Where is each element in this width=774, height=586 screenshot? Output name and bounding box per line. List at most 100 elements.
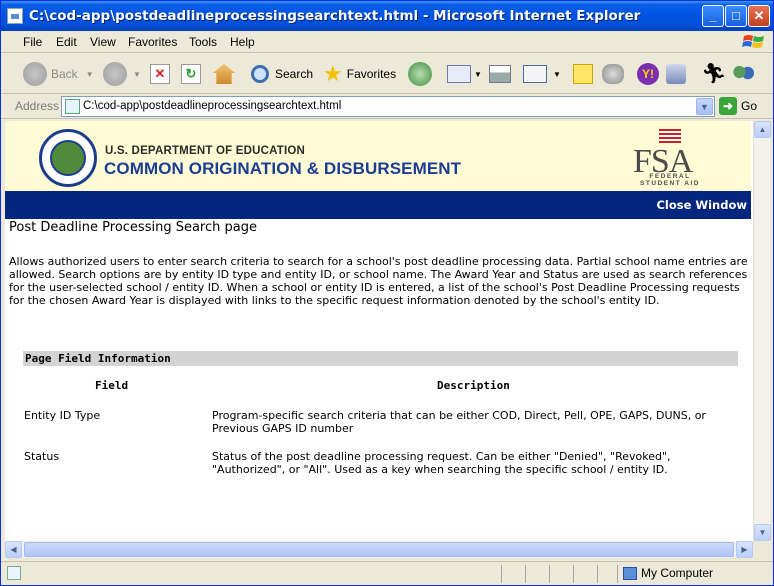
scroll-up-icon[interactable]: ▲ (754, 121, 771, 138)
fsa-flag-icon (659, 129, 681, 143)
menu-view[interactable]: View (90, 35, 116, 49)
minimize-button[interactable]: _ (702, 5, 724, 27)
department-name: U.S. DEPARTMENT OF EDUCATION (105, 145, 306, 157)
mail-icon (447, 65, 471, 83)
ie-page-icon (7, 8, 23, 24)
fsa-logo: FSA FEDERAL STUDENT AID (631, 129, 705, 189)
status-divider (525, 565, 526, 583)
mail-button[interactable]: ▼ (447, 61, 482, 87)
menu-favorites[interactable]: Favorites (128, 35, 177, 49)
search-label: Search (275, 67, 314, 81)
horizontal-scroll-thumb[interactable] (24, 542, 734, 557)
column-header-field: Field (95, 379, 129, 392)
section-title: Page Field Information (25, 352, 171, 365)
scroll-down-icon[interactable]: ▼ (754, 524, 771, 541)
contacts-icon (731, 64, 755, 84)
field-name: Entity ID Type (24, 409, 101, 422)
cod-banner: U.S. DEPARTMENT OF EDUCATION COMMON ORIG… (5, 121, 751, 191)
page-status-icon (7, 566, 21, 580)
standard-toolbar: Back ▼ ▼ ✕ ↻ Search ★ Favorites ▼ ▼ Y! 🏃… (1, 54, 773, 94)
back-dropdown-icon[interactable]: ▼ (86, 70, 94, 79)
menu-bar: File Edit View Favorites Tools Help (1, 31, 773, 53)
stop-icon: ✕ (150, 64, 170, 84)
search-icon (251, 65, 269, 83)
tool-icon (666, 64, 686, 84)
address-label: Address (15, 99, 60, 113)
maximize-button[interactable]: □ (725, 5, 747, 27)
status-divider (617, 565, 618, 583)
go-arrow-icon: ➜ (719, 97, 737, 115)
print-button[interactable] (489, 61, 511, 87)
horizontal-scrollbar[interactable]: ◀ ▶ (5, 541, 753, 558)
vertical-scrollbar[interactable]: ▲ ▼ (753, 121, 771, 541)
zone-label: My Computer (641, 566, 714, 580)
scroll-right-icon[interactable]: ▶ (736, 541, 753, 558)
back-label: Back (51, 67, 78, 81)
edit-button[interactable]: ▼ (523, 61, 561, 87)
department-seal-logo (39, 129, 97, 187)
edit-icon (523, 65, 547, 83)
window-title: C:\cod-app\postdeadlineprocessingsearcht… (29, 8, 641, 24)
field-description: Status of the post deadline processing r… (212, 450, 671, 476)
go-button[interactable]: ➜ Go (719, 97, 757, 115)
section-header: Page Field Information (23, 351, 738, 366)
runner-icon: 🏃︎ (701, 63, 727, 85)
favorites-label: Favorites (346, 67, 397, 81)
media-button[interactable] (408, 61, 432, 87)
field-description: Program-specific search criteria that ca… (212, 409, 706, 435)
browser-window: C:\cod-app\postdeadlineprocessingsearcht… (0, 0, 774, 586)
nav-bar: Close Window (5, 191, 751, 219)
notes-icon (573, 64, 593, 84)
edit-dropdown-icon[interactable]: ▼ (553, 70, 561, 79)
contacts-button[interactable] (731, 61, 755, 87)
menu-edit[interactable]: Edit (56, 35, 77, 49)
status-divider (549, 565, 550, 583)
home-icon (213, 64, 235, 84)
windows-logo-icon (742, 35, 764, 48)
tool-button[interactable] (666, 61, 686, 87)
go-label: Go (741, 99, 758, 113)
status-bar: My Computer (1, 561, 773, 585)
page-icon (65, 99, 80, 114)
back-button[interactable]: Back ▼ (23, 61, 94, 87)
my-computer-icon (623, 566, 637, 580)
mail-dropdown-icon[interactable]: ▼ (474, 70, 482, 79)
page-title: Post Deadline Processing Search page (9, 220, 257, 235)
yahoo-icon: Y! (637, 63, 659, 85)
yahoo-button[interactable]: Y! (637, 61, 659, 87)
print-icon (489, 65, 511, 83)
forward-button[interactable]: ▼ (103, 61, 141, 87)
home-button[interactable] (213, 61, 235, 87)
messenger-button[interactable] (602, 61, 624, 87)
application-name: COMMON ORIGINATION & DISBURSEMENT (104, 159, 462, 178)
scrollbar-corner (753, 541, 770, 558)
intro-text: Allows authorized users to enter search … (9, 255, 748, 307)
address-value[interactable]: C:\cod-app\postdeadlineprocessingsearcht… (83, 100, 341, 112)
close-button[interactable]: ✕ (748, 5, 770, 27)
favorites-button[interactable]: ★ Favorites (323, 61, 396, 87)
menu-help[interactable]: Help (230, 35, 255, 49)
favorites-star-icon: ★ (323, 61, 343, 86)
refresh-button[interactable]: ↻ (181, 61, 201, 87)
address-input[interactable]: C:\cod-app\postdeadlineprocessingsearcht… (61, 96, 715, 117)
field-name: Status (24, 450, 60, 463)
forward-arrow-icon (103, 62, 127, 86)
media-icon (408, 62, 432, 86)
menu-file[interactable]: File (23, 35, 42, 49)
address-dropdown-icon[interactable]: ▼ (696, 98, 713, 115)
scroll-left-icon[interactable]: ◀ (5, 541, 22, 558)
menu-tools[interactable]: Tools (189, 35, 217, 49)
search-button[interactable]: Search (251, 61, 313, 87)
stop-button[interactable]: ✕ (150, 61, 170, 87)
status-divider (573, 565, 574, 583)
address-bar: Address C:\cod-app\postdeadlineprocessin… (1, 95, 773, 119)
back-arrow-icon (23, 62, 47, 86)
refresh-icon: ↻ (181, 64, 201, 84)
runner-button[interactable]: 🏃︎ (701, 61, 726, 87)
close-window-link[interactable]: Close Window (656, 198, 747, 212)
status-divider (501, 565, 502, 583)
title-bar[interactable]: C:\cod-app\postdeadlineprocessingsearcht… (1, 1, 773, 31)
discuss-button[interactable] (573, 61, 593, 87)
forward-dropdown-icon[interactable]: ▼ (133, 70, 141, 79)
fsa-subtitle: FEDERAL STUDENT AID (640, 173, 700, 187)
